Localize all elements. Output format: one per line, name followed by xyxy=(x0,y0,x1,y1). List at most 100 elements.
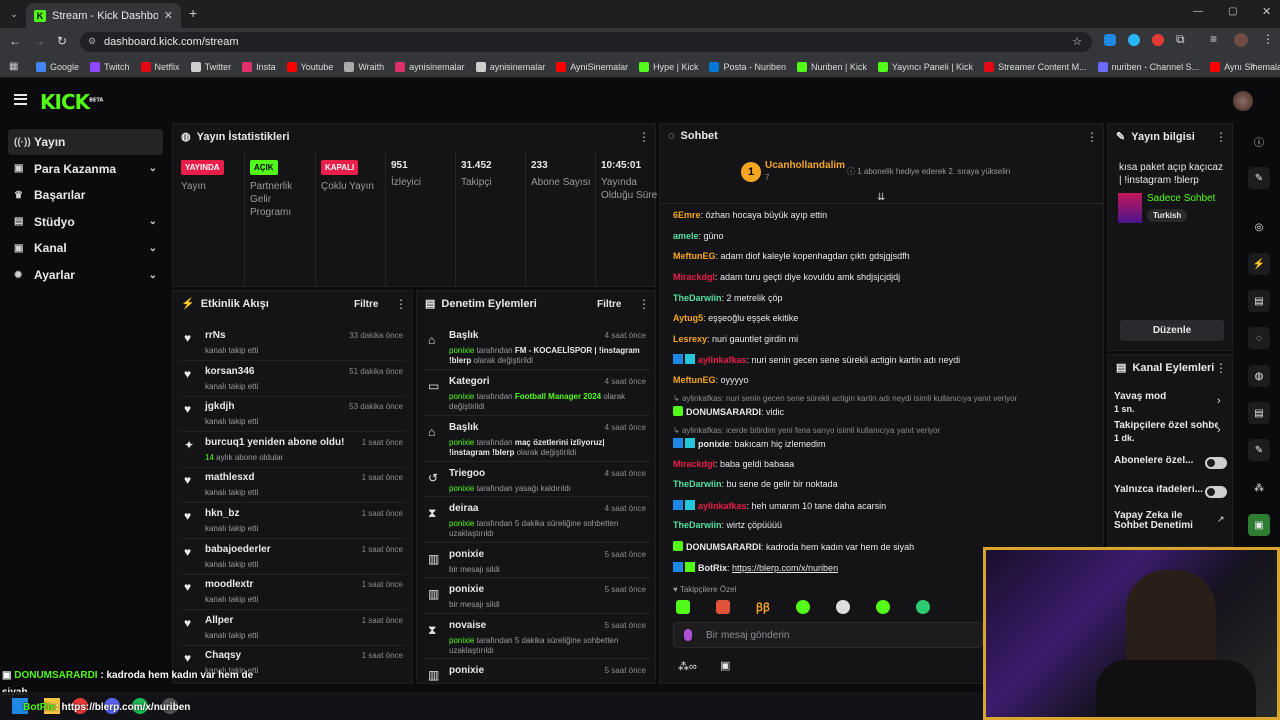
chat-rail-icon[interactable]: ◌ xyxy=(1248,327,1270,349)
activity-name[interactable]: korsan346 xyxy=(205,366,254,377)
activity-name[interactable]: rrNs xyxy=(205,330,226,341)
sidebar-item-2[interactable]: ♛ Başarılar xyxy=(8,182,163,208)
mod-tools-icon[interactable]: ⁂ xyxy=(1248,477,1270,499)
moderation-filter-button[interactable]: Filtre xyxy=(597,299,621,310)
chat-message-input[interactable]: Bir mesaj gönderin xyxy=(673,622,983,648)
pinned-user[interactable]: Ucanhollandalim xyxy=(765,160,845,171)
bookmark-item[interactable]: Posta - Nuriben xyxy=(709,61,786,72)
channel-action-label[interactable]: Abonelere özel... xyxy=(1114,456,1218,466)
bookmark-item[interactable]: Netflix xyxy=(140,61,180,72)
chat-link[interactable]: https://blerp.com/x/nuriben xyxy=(732,563,838,573)
bookmark-item[interactable]: nuriben - Channel S... xyxy=(1097,61,1199,72)
moderation-target[interactable]: Başlık xyxy=(449,422,478,433)
moderation-target[interactable]: Kategori xyxy=(449,376,490,387)
sidebar-item-0[interactable]: ((·)) Yayın xyxy=(8,129,163,155)
stream-category[interactable]: Sadece Sohbet xyxy=(1147,193,1215,204)
activity-name[interactable]: mathlesxd xyxy=(205,472,254,483)
camera-icon[interactable]: ◎ xyxy=(1248,216,1270,238)
chat-username[interactable]: 6Emre xyxy=(673,210,701,220)
chat-username[interactable]: TheDarwiin xyxy=(673,520,722,530)
address-bar[interactable]: ⚙ dashboard.kick.com/stream ☆ xyxy=(80,32,1092,52)
channel-action-toggle[interactable] xyxy=(1205,486,1227,498)
forward-icon[interactable]: → xyxy=(33,34,45,48)
channel-action-label[interactable]: Yalnızca ifadeleri... xyxy=(1114,485,1218,495)
chevron-down-icon[interactable]: ⌄ xyxy=(149,270,157,281)
chat-username[interactable]: BotRix xyxy=(698,563,727,573)
extension-shield-icon[interactable] xyxy=(1104,34,1116,46)
moderation-target[interactable]: ponixie xyxy=(449,549,484,560)
activity-name[interactable]: jgkdjh xyxy=(205,401,234,412)
chat-username[interactable]: MeftunEG xyxy=(673,375,716,385)
extensions-icon[interactable]: ⧉ xyxy=(1176,32,1185,47)
chat-username[interactable]: DONUMSARARDI xyxy=(686,542,761,552)
sidebar-item-4[interactable]: ▣ Kanal ⌄ xyxy=(8,235,163,261)
bookmark-item[interactable]: Twitter xyxy=(190,61,231,72)
sidebar-item-1[interactable]: ▣ Para Kazanma ⌄ xyxy=(8,156,163,182)
moderation-menu-icon[interactable]: ⋮ xyxy=(638,297,650,311)
bookmark-item[interactable]: Insta xyxy=(242,61,276,72)
chat-username[interactable]: TheDarwiin xyxy=(673,479,722,489)
bookmark-item[interactable]: Wraith xyxy=(344,61,384,72)
chat-username[interactable]: amele xyxy=(673,231,699,241)
chevron-right-icon[interactable]: › xyxy=(1217,395,1221,407)
edit-stream-button[interactable]: Düzenle xyxy=(1120,320,1224,341)
tab-close-icon[interactable]: ✕ xyxy=(164,9,173,22)
emote-icon[interactable] xyxy=(915,600,930,614)
activity-menu-icon[interactable]: ⋮ xyxy=(395,297,407,311)
edit-rail-icon[interactable]: ✎ xyxy=(1248,167,1270,189)
bookmark-item[interactable]: Twitch xyxy=(90,61,130,72)
emote-picker-icon[interactable]: ⁂∞ xyxy=(678,660,697,673)
chat-username[interactable]: Mirackdgl xyxy=(673,459,715,469)
activity-name[interactable]: moodlextr xyxy=(205,579,253,590)
moderation-target[interactable]: ponixie xyxy=(449,665,484,676)
chat-username[interactable]: Lesrexy xyxy=(673,334,707,344)
activity-name[interactable]: hkn_bz xyxy=(205,508,239,519)
gift-icon[interactable]: ▣ xyxy=(720,659,730,672)
emote-icon[interactable] xyxy=(716,600,730,614)
channel-actions-menu-icon[interactable]: ⋮ xyxy=(1215,361,1227,375)
browser-menu-icon[interactable]: ⋮ xyxy=(1262,32,1274,46)
bookmark-item[interactable]: Aynı Sinemalar - Ça... xyxy=(1210,61,1280,72)
hamburger-menu-icon[interactable] xyxy=(14,94,27,105)
external-link-icon[interactable]: ↗ xyxy=(1217,514,1225,525)
info-icon[interactable]: ⓘ xyxy=(1248,130,1270,152)
sidebar-item-3[interactable]: ▤ Stüdyo ⌄ xyxy=(8,209,163,235)
channel-action-label[interactable]: Yapay Zeka ile Sohbet Denetimi xyxy=(1114,511,1202,531)
moderator-name[interactable]: ponixie xyxy=(449,392,474,401)
bookmark-item[interactable]: Streamer Content M... xyxy=(984,61,1087,72)
emote-icon[interactable] xyxy=(875,600,890,614)
moderation-target[interactable]: Triegoo xyxy=(449,468,485,479)
activity-name[interactable]: burcuq1 yeniden abone oldu! xyxy=(205,437,344,448)
tab-search-icon[interactable]: ⌄ xyxy=(6,6,22,22)
activity-name[interactable]: Allper xyxy=(205,615,233,626)
chevron-down-icon[interactable]: ⌄ xyxy=(149,163,157,174)
browser-tab[interactable]: K Stream - Kick Dashboard ✕ xyxy=(26,3,181,28)
bookmark-item[interactable]: Nuriben | Kick xyxy=(796,61,867,72)
apps-grid-icon[interactable]: ▦ xyxy=(9,61,18,72)
sidebar-item-5[interactable]: ✹ Ayarlar ⌄ xyxy=(8,262,163,288)
wrench-icon[interactable]: ✎ xyxy=(1248,439,1270,461)
chevron-right-icon[interactable]: › xyxy=(1217,424,1221,436)
window-close-icon[interactable]: ✕ xyxy=(1262,5,1271,18)
bookmark-item[interactable]: aynisinemalar xyxy=(475,61,545,72)
moderator-name[interactable]: ponixie xyxy=(449,346,474,355)
activity-name[interactable]: Chaqsy xyxy=(205,650,241,661)
bookmark-item[interactable]: AyniSinemalar xyxy=(556,61,628,72)
chat-username[interactable]: aylinkafkas xyxy=(698,355,747,365)
chat-username[interactable]: Aytug5 xyxy=(673,313,703,323)
chat-username[interactable]: ponixie xyxy=(698,439,730,449)
app-rail-icon[interactable]: ▣ xyxy=(1248,514,1270,536)
bookmark-item[interactable]: Google xyxy=(36,61,79,72)
user-avatar[interactable] xyxy=(1233,91,1253,111)
chat-username[interactable]: aylinkafkas xyxy=(698,501,747,511)
more-bookmarks-icon[interactable]: » xyxy=(1250,60,1256,71)
emote-icon[interactable] xyxy=(795,600,810,614)
bookmark-item[interactable]: aynisinemalar xyxy=(395,61,465,72)
moderation-target[interactable]: novaise xyxy=(449,620,486,631)
emote-icon[interactable]: ꞵꞵ xyxy=(756,600,770,616)
extension-red-icon[interactable] xyxy=(1152,34,1164,46)
channel-action-label[interactable]: Takipçilere özel sohbe xyxy=(1114,421,1218,431)
site-info-icon[interactable]: ⚙ xyxy=(88,36,96,47)
bookmark-item[interactable]: Yayıncı Paneli | Kick xyxy=(877,61,973,72)
channel-action-toggle[interactable] xyxy=(1205,457,1227,469)
